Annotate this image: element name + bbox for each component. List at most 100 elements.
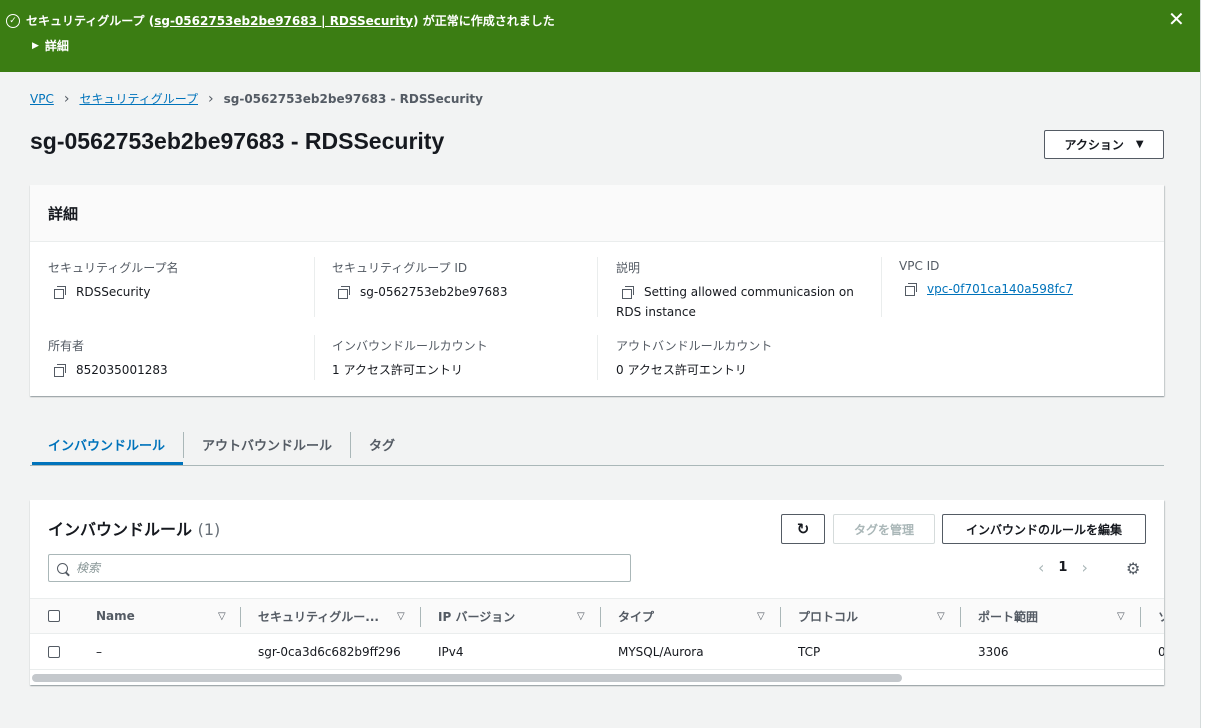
inbound-count-field: インバウンドルールカウント 1 アクセス許可エントリ <box>332 337 488 380</box>
column-divider <box>314 335 315 380</box>
description-label: 説明 <box>616 261 641 275</box>
row-checkbox[interactable] <box>48 634 60 669</box>
sort-icon[interactable]: ▽ <box>218 611 226 622</box>
close-icon[interactable]: ✕ <box>1168 9 1185 29</box>
breadcrumb-vpc[interactable]: VPC <box>30 92 54 106</box>
copy-icon[interactable] <box>54 286 66 299</box>
vpc-id-label: VPC ID <box>899 259 940 273</box>
chevron-right-icon[interactable]: › <box>1081 558 1087 577</box>
caret-down-icon: ▼ <box>1135 139 1144 150</box>
flash-prefix: セキュリティグループ ( <box>26 14 155 28</box>
breadcrumb: VPC › セキュリティグループ › sg-0562753eb2be97683 … <box>30 90 483 107</box>
sort-icon[interactable]: ▽ <box>1117 611 1125 622</box>
select-all-checkbox[interactable] <box>48 599 60 633</box>
sg-name-label: セキュリティグループ名 <box>48 261 179 275</box>
right-edge-panel <box>1200 0 1208 728</box>
vpc-id-link[interactable]: vpc-0f701ca140a598fc7 <box>927 279 1073 299</box>
description-line1: Setting allowed communicasion on <box>644 285 854 299</box>
flash-suffix: ) が正常に作成されました <box>413 14 555 28</box>
cell-ip-version: IPv4 <box>438 644 464 659</box>
actions-button[interactable]: アクション ▼ <box>1044 130 1164 159</box>
owner-label: 所有者 <box>48 339 85 353</box>
horizontal-scrollbar[interactable] <box>32 674 902 682</box>
sg-id-value: sg-0562753eb2be97683 <box>360 285 508 299</box>
search-icon <box>57 562 68 574</box>
column-resizer[interactable] <box>420 607 421 627</box>
rules-title: インバウンドルール <box>48 520 193 539</box>
copy-icon[interactable] <box>622 286 634 299</box>
actions-label: アクション <box>1064 138 1124 152</box>
cell-source: 0 <box>1158 644 1164 659</box>
sort-icon[interactable]: ▽ <box>937 611 945 622</box>
inbound-count-value: 1 アクセス許可エントリ <box>332 363 463 377</box>
vpc-id-field: VPC ID vpc-0f701ca140a598fc7 <box>899 259 1073 299</box>
chevron-right-icon: › <box>63 90 70 107</box>
inbound-rules-panel: インバウンドルール (1) ↻ タグを管理 インバウンドのルールを編集 ‹ 1 … <box>30 500 1164 685</box>
column-divider <box>314 257 315 317</box>
inbound-count-label: インバウンドルールカウント <box>332 339 488 353</box>
flash-message: ✓ セキュリティグループ ( sg-0562753eb2be97683 | RD… <box>6 12 555 29</box>
description-field: 説明 Setting allowed communicasion on RDS … <box>616 259 866 322</box>
pagination: ‹ 1 › <box>1038 558 1088 577</box>
chevron-left-icon[interactable]: ‹ <box>1038 558 1044 577</box>
column-ip-version[interactable]: IP バージョン <box>438 599 515 633</box>
check-circle-icon: ✓ <box>6 13 20 28</box>
outbound-count-label: アウトバンドルールカウント <box>616 339 773 353</box>
details-header: 詳細 <box>30 185 1164 242</box>
sort-icon[interactable]: ▽ <box>397 611 405 622</box>
copy-icon[interactable] <box>338 286 350 299</box>
cell-rule-id: sgr-0ca3d6c682b9ff296 <box>258 644 401 659</box>
breadcrumb-security-groups[interactable]: セキュリティグループ <box>79 90 198 107</box>
sort-icon[interactable]: ▽ <box>577 611 585 622</box>
column-protocol[interactable]: プロトコル <box>798 599 858 633</box>
column-type[interactable]: タイプ <box>618 599 654 633</box>
copy-icon[interactable] <box>54 364 66 377</box>
rules-heading: インバウンドルール (1) <box>48 516 220 540</box>
column-port-range[interactable]: ポート範囲 <box>978 599 1038 633</box>
column-divider <box>597 257 598 317</box>
success-flash-banner: ✓ セキュリティグループ ( sg-0562753eb2be97683 | RD… <box>0 0 1200 72</box>
search-input[interactable] <box>76 561 576 575</box>
column-resizer[interactable] <box>240 607 241 627</box>
breadcrumb-current: sg-0562753eb2be97683 - RDSSecurity <box>223 91 483 106</box>
refresh-icon: ↻ <box>796 520 810 538</box>
edit-inbound-rules-button[interactable]: インバウンドのルールを編集 <box>942 514 1146 544</box>
search-field[interactable] <box>48 554 631 582</box>
flash-details-toggle[interactable]: ▶ 詳細 <box>32 37 69 54</box>
details-panel: 詳細 セキュリティグループ名 RDSSecurity セキュリティグループ ID… <box>30 185 1164 396</box>
flash-details-label: 詳細 <box>44 39 69 53</box>
owner-field: 所有者 852035001283 <box>48 337 168 380</box>
outbound-count-field: アウトバンドルールカウント 0 アクセス許可エントリ <box>616 337 772 380</box>
column-resizer[interactable] <box>1140 607 1141 627</box>
page-number[interactable]: 1 <box>1058 560 1067 575</box>
gear-icon[interactable]: ⚙ <box>1126 559 1140 578</box>
flash-sg-link[interactable]: sg-0562753eb2be97683 | RDSSecurity <box>154 14 413 28</box>
column-resizer[interactable] <box>780 607 781 627</box>
page-title: sg-0562753eb2be97683 - RDSSecurity <box>30 128 445 154</box>
manage-tags-button[interactable]: タグを管理 <box>833 514 935 544</box>
cell-name: – <box>96 644 102 659</box>
tab-tags[interactable]: タグ <box>351 424 413 464</box>
sg-id-label: セキュリティグループ ID <box>332 261 468 275</box>
tab-inbound-rules[interactable]: インバウンドルール <box>30 424 184 465</box>
owner-value: 852035001283 <box>76 363 168 377</box>
column-source[interactable]: ソ <box>1158 599 1164 633</box>
column-resizer[interactable] <box>600 607 601 627</box>
sg-name-field: セキュリティグループ名 RDSSecurity <box>48 259 179 302</box>
refresh-button[interactable]: ↻ <box>781 514 825 544</box>
sort-icon[interactable]: ▽ <box>757 611 765 622</box>
column-name[interactable]: Name <box>96 599 135 633</box>
column-resizer[interactable] <box>960 607 961 627</box>
table-row[interactable]: – sgr-0ca3d6c682b9ff296 IPv4 MYSQL/Auror… <box>30 634 1164 670</box>
tab-outbound-rules[interactable]: アウトバウンドルール <box>184 424 350 464</box>
rules-count: (1) <box>197 520 221 539</box>
tab-bar: インバウンドルール アウトバウンドルール タグ <box>30 424 1164 466</box>
cell-port-range: 3306 <box>978 644 1009 659</box>
cell-protocol: TCP <box>798 644 821 659</box>
copy-icon[interactable] <box>905 283 917 296</box>
description-line2: RDS instance <box>616 305 696 319</box>
sg-name-value: RDSSecurity <box>76 285 151 299</box>
cell-type: MYSQL/Aurora <box>618 644 704 659</box>
column-security-group[interactable]: セキュリティグルー... <box>258 599 388 633</box>
caret-right-icon: ▶ <box>32 40 39 51</box>
